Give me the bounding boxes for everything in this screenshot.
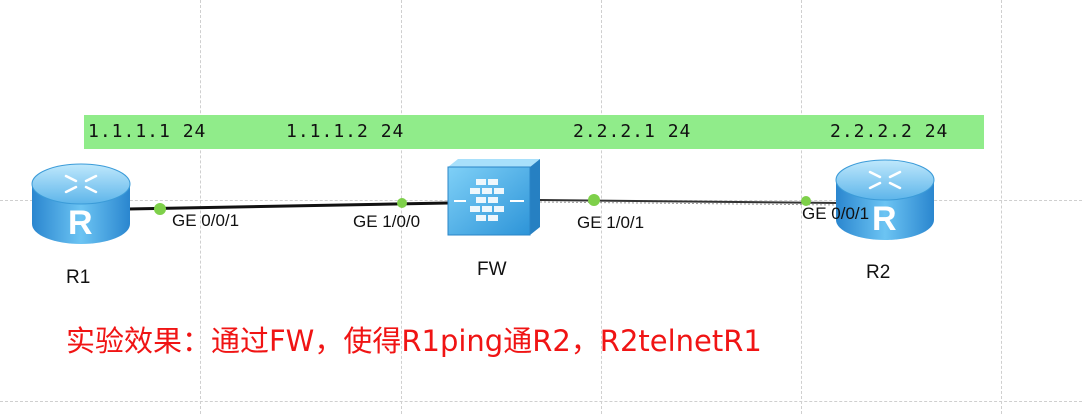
experiment-note: 实验效果：通过FW，使得R1ping通R2，R2telnetR1 <box>66 324 762 358</box>
port-dot-r1 <box>154 203 166 215</box>
device-label-r1: R1 <box>66 267 91 288</box>
device-label-fw: FW <box>477 259 507 280</box>
port-label-fw-left: GE 1/0/0 <box>353 212 421 231</box>
port-dot-fw-right <box>588 194 600 206</box>
port-label-r2: GE 0/0/1 <box>802 204 870 223</box>
port-dot-fw-left <box>397 198 407 208</box>
device-label-r2: R2 <box>866 262 891 283</box>
firewall-icon <box>447 159 540 236</box>
router-glyph: R <box>68 204 93 242</box>
port-label-fw-right: GE 1/0/1 <box>577 213 645 232</box>
router-r2[interactable]: R <box>834 154 936 248</box>
port-label-r1: GE 0/0/1 <box>172 211 240 230</box>
router-r1[interactable]: R <box>30 158 132 252</box>
router-glyph: R <box>872 200 897 238</box>
firewall-fw[interactable] <box>446 157 542 241</box>
